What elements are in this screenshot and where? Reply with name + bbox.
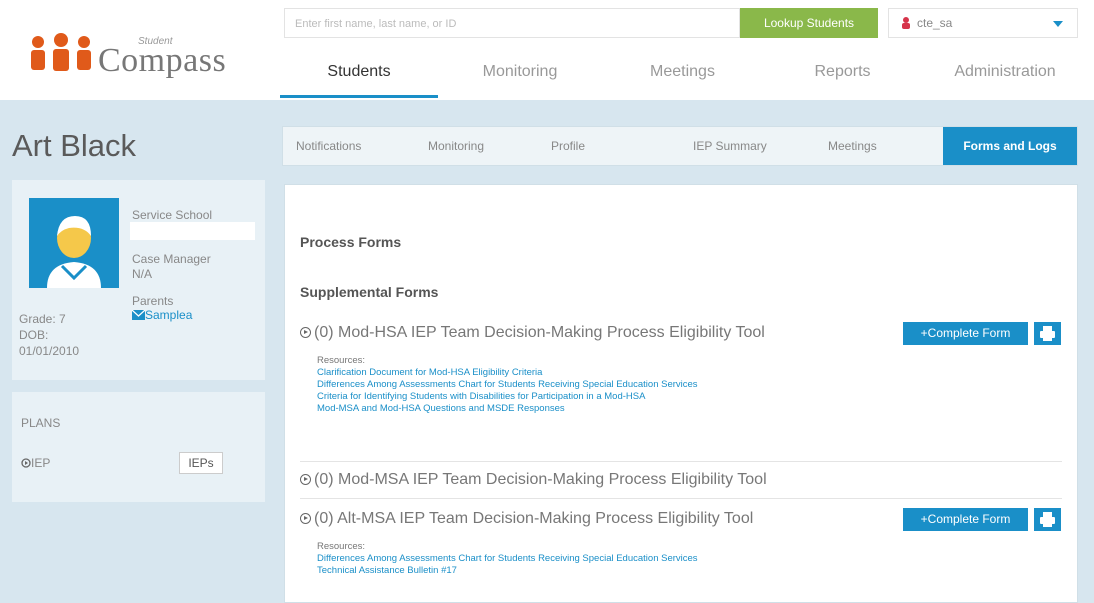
- avatar: [29, 198, 119, 288]
- tab-profile[interactable]: Profile: [551, 127, 585, 165]
- resources-alt-msa: Resources: Differences Among Assessments…: [317, 541, 698, 577]
- student-avatar-icon: [29, 198, 119, 288]
- parent-name: Samplea: [145, 308, 193, 322]
- dob-label: DOB:: [19, 328, 49, 342]
- main-nav: Students Monitoring Meetings Reports Adm…: [280, 52, 1094, 100]
- resources-label: Resources:: [317, 541, 366, 552]
- process-forms-heading: Process Forms: [300, 234, 402, 250]
- tab-monitoring[interactable]: Monitoring: [428, 127, 484, 165]
- service-school-value: [130, 222, 255, 240]
- case-manager-value: N/A: [132, 267, 153, 281]
- user-name: cte_sa: [917, 16, 953, 30]
- tab-iep-summary[interactable]: IEP Summary: [693, 127, 767, 165]
- family-icon: [31, 33, 91, 71]
- nav-meetings[interactable]: Meetings: [600, 52, 765, 98]
- form-title-text: (0) Mod-HSA IEP Team Decision-Making Pro…: [314, 324, 765, 341]
- plan-item-iep[interactable]: IEP: [21, 456, 50, 470]
- nav-reports[interactable]: Reports: [765, 52, 920, 98]
- nav-students[interactable]: Students: [280, 52, 438, 98]
- resource-link[interactable]: Clarification Document for Mod-HSA Eligi…: [317, 367, 698, 379]
- case-manager-label: Case Manager: [132, 252, 211, 266]
- complete-form-button[interactable]: +Complete Form: [903, 508, 1028, 531]
- resource-link[interactable]: Technical Assistance Bulletin #17: [317, 565, 698, 577]
- plan-item-label: IEP: [31, 456, 51, 470]
- resource-link[interactable]: Criteria for Identifying Students with D…: [317, 391, 698, 403]
- sub-nav: Notifications Monitoring Profile IEP Sum…: [282, 126, 1078, 166]
- resource-link[interactable]: Differences Among Assessments Chart for …: [317, 379, 698, 391]
- service-school-label: Service School: [132, 208, 213, 222]
- print-button[interactable]: [1034, 508, 1061, 531]
- print-icon: [1040, 512, 1055, 527]
- complete-form-button[interactable]: +Complete Form: [903, 322, 1028, 345]
- user-menu[interactable]: cte_sa: [888, 8, 1078, 38]
- student-profile-card: Service School Case Manager N/A Parents …: [12, 180, 265, 380]
- print-icon: [1040, 326, 1055, 341]
- resources-mod-hsa: Resources: Clarification Document for Mo…: [317, 355, 698, 415]
- nav-monitoring[interactable]: Monitoring: [440, 52, 600, 98]
- tab-notifications[interactable]: Notifications: [296, 127, 361, 165]
- ieps-button[interactable]: IEPs: [179, 452, 223, 474]
- tab-forms-and-logs[interactable]: Forms and Logs: [943, 127, 1077, 165]
- supplemental-forms-heading: Supplemental Forms: [300, 284, 439, 300]
- mail-icon: [131, 309, 146, 320]
- divider: [300, 461, 1062, 462]
- parent-email-link[interactable]: Samplea: [131, 308, 193, 322]
- plans-card: PLANS IEP IEPs: [12, 392, 265, 502]
- user-icon: [902, 17, 910, 29]
- chevron-down-icon: [1053, 21, 1063, 27]
- expand-circle-icon: [300, 327, 311, 338]
- student-search-input[interactable]: Enter first name, last name, or ID: [284, 8, 740, 38]
- header: Student Compass Enter first name, last n…: [0, 0, 1094, 100]
- resource-link[interactable]: Mod-MSA and Mod-HSA Questions and MSDE R…: [317, 403, 698, 415]
- form-title-alt-msa[interactable]: (0) Alt-MSA IEP Team Decision-Making Pro…: [300, 510, 753, 528]
- grade: Grade: 7: [19, 312, 66, 326]
- dob-value: 01/01/2010: [19, 344, 80, 358]
- print-button[interactable]: [1034, 322, 1061, 345]
- form-title-mod-hsa[interactable]: (0) Mod-HSA IEP Team Decision-Making Pro…: [300, 324, 765, 342]
- expand-circle-icon: [300, 513, 311, 524]
- form-title-text: (0) Alt-MSA IEP Team Decision-Making Pro…: [314, 510, 754, 527]
- resources-label: Resources:: [317, 355, 366, 366]
- resource-link[interactable]: Differences Among Assessments Chart for …: [317, 553, 698, 565]
- parents-label: Parents: [132, 294, 174, 308]
- tab-meetings[interactable]: Meetings: [828, 127, 877, 165]
- expand-circle-icon: [300, 474, 311, 485]
- search-placeholder: Enter first name, last name, or ID: [295, 18, 457, 30]
- divider: [300, 498, 1062, 499]
- student-compass-logo[interactable]: Student Compass: [20, 14, 250, 84]
- nav-administration[interactable]: Administration: [920, 52, 1090, 98]
- lookup-students-button[interactable]: Lookup Students: [740, 8, 878, 38]
- plans-heading: PLANS: [21, 416, 61, 430]
- student-name: Art Black: [12, 128, 137, 163]
- forms-content-panel: Process Forms Supplemental Forms (0) Mod…: [284, 184, 1078, 603]
- logo-big-text: Compass: [98, 42, 227, 79]
- form-title-mod-msa[interactable]: (0) Mod-MSA IEP Team Decision-Making Pro…: [300, 471, 767, 489]
- expand-circle-icon: [21, 458, 31, 468]
- form-title-text: (0) Mod-MSA IEP Team Decision-Making Pro…: [314, 471, 767, 488]
